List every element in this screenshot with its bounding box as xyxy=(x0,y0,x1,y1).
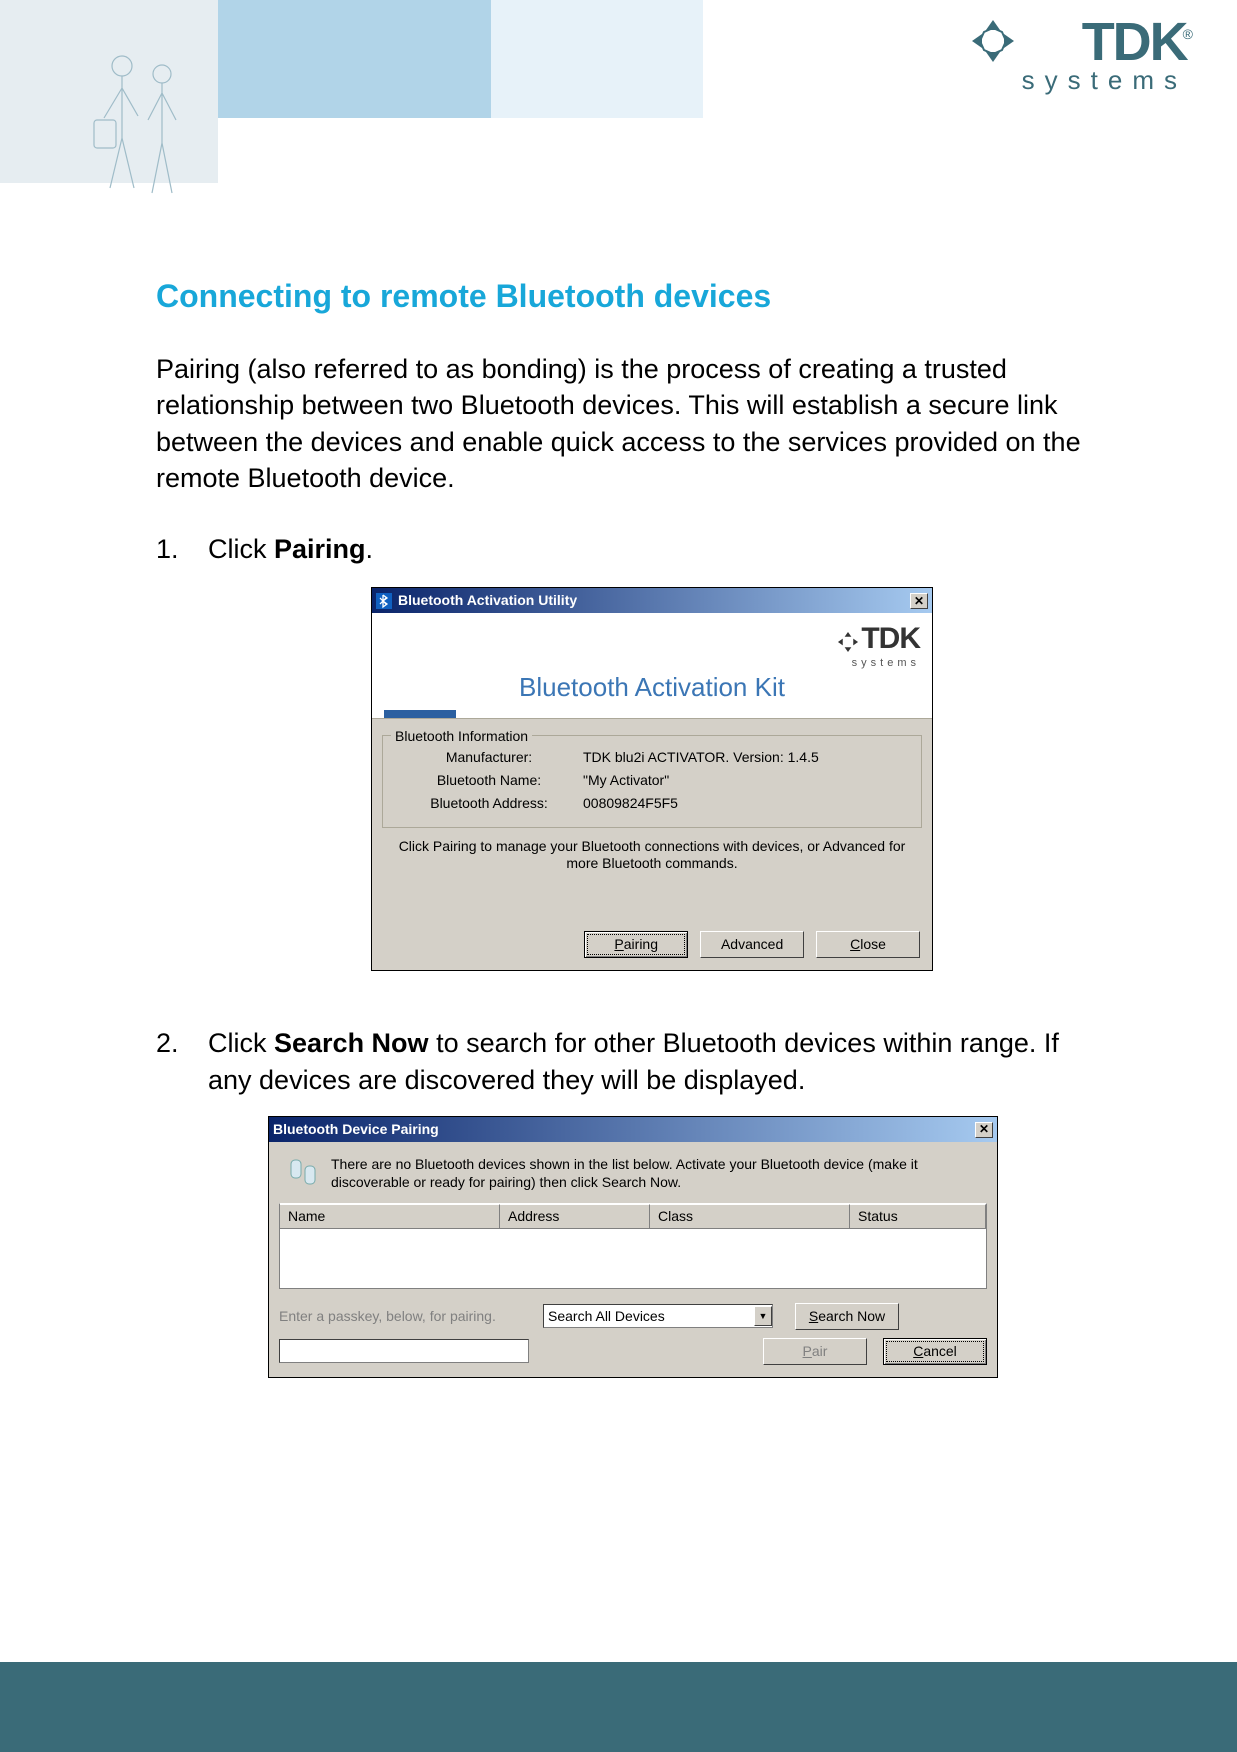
dialog2-message: There are no Bluetooth devices shown in … xyxy=(331,1156,979,1191)
dialog1-banner-title: Bluetooth Activation Kit xyxy=(384,670,920,711)
pairing-button[interactable]: Pairing xyxy=(584,931,688,958)
btaddr-label: Bluetooth Address: xyxy=(395,794,583,813)
dialog1-banner: TDK systems Bluetooth Activation Kit xyxy=(372,613,932,719)
close-button[interactable]: Close xyxy=(816,931,920,958)
col-address[interactable]: Address xyxy=(500,1204,650,1228)
dialog2-title: Bluetooth Device Pairing xyxy=(273,1120,439,1139)
step-1: Click Pairing. Bluetooth Activation Util… xyxy=(208,531,1096,1001)
col-class[interactable]: Class xyxy=(650,1204,850,1228)
pair-button[interactable]: Pair xyxy=(763,1338,867,1365)
diamond-icon xyxy=(837,631,859,658)
device-list[interactable] xyxy=(279,1229,987,1289)
activation-utility-dialog: Bluetooth Activation Utility ✕ TDK syste… xyxy=(371,587,933,971)
fieldset-legend: Bluetooth Information xyxy=(391,727,532,746)
close-icon[interactable]: ✕ xyxy=(910,593,928,609)
progress-bar xyxy=(384,710,456,718)
passkey-hint: Enter a passkey, below, for pairing. xyxy=(279,1309,529,1324)
page-title: Connecting to remote Bluetooth devices xyxy=(156,278,1096,315)
header-midbox xyxy=(218,0,491,118)
manufacturer-label: Manufacturer: xyxy=(395,748,583,767)
people-illustration xyxy=(76,48,216,208)
search-now-button[interactable]: Search Now xyxy=(795,1303,899,1330)
advanced-button[interactable]: Advanced xyxy=(700,931,804,958)
step-2: Click Search Now to search for other Blu… xyxy=(208,1025,1096,1377)
dialog1-brand: TDK xyxy=(861,622,920,655)
header-lightbox xyxy=(491,0,703,118)
device-list-header: Name Address Class Status xyxy=(279,1203,987,1229)
btname-value: "My Activator" xyxy=(583,771,669,790)
btname-label: Bluetooth Name: xyxy=(395,771,583,790)
page-footer xyxy=(0,1662,1237,1752)
dialog2-titlebar: Bluetooth Device Pairing ✕ xyxy=(269,1117,997,1142)
step1-bold: Pairing xyxy=(274,534,366,564)
device-pairing-dialog: Bluetooth Device Pairing ✕ There are no … xyxy=(268,1116,998,1378)
step2-bold: Search Now xyxy=(274,1028,429,1058)
brand-logo: TDK® systems xyxy=(797,18,1197,96)
btaddr-value: 00809824F5F5 xyxy=(583,794,678,813)
cancel-button[interactable]: Cancel xyxy=(883,1338,987,1365)
bluetooth-info-fieldset: Bluetooth Information Manufacturer: TDK … xyxy=(382,735,922,828)
manufacturer-value: TDK blu2i ACTIVATOR. Version: 1.4.5 xyxy=(583,748,819,767)
step1-post: . xyxy=(366,534,374,564)
diamond-icon xyxy=(970,18,1016,64)
dialog1-titlebar: Bluetooth Activation Utility ✕ xyxy=(372,588,932,613)
chevron-down-icon[interactable]: ▼ xyxy=(754,1306,772,1326)
col-name[interactable]: Name xyxy=(280,1204,500,1228)
search-scope-select[interactable]: Search All Devices ▼ xyxy=(543,1304,773,1328)
step1-pre: Click xyxy=(208,534,274,564)
select-value: Search All Devices xyxy=(548,1307,665,1326)
brand-sub: systems xyxy=(1022,65,1197,96)
col-status[interactable]: Status xyxy=(850,1204,986,1228)
brand-name: TDK xyxy=(1082,18,1187,67)
intro-paragraph: Pairing (also referred to as bonding) is… xyxy=(156,351,1096,497)
close-icon[interactable]: ✕ xyxy=(975,1122,993,1138)
brand-reg: ® xyxy=(1183,26,1193,42)
devices-icon xyxy=(287,1156,319,1188)
dialog1-helper: Click Pairing to manage your Bluetooth c… xyxy=(386,838,918,872)
dialog1-title: Bluetooth Activation Utility xyxy=(398,591,577,610)
bluetooth-icon xyxy=(376,593,392,609)
step2-pre: Click xyxy=(208,1028,274,1058)
passkey-input[interactable] xyxy=(279,1339,529,1363)
